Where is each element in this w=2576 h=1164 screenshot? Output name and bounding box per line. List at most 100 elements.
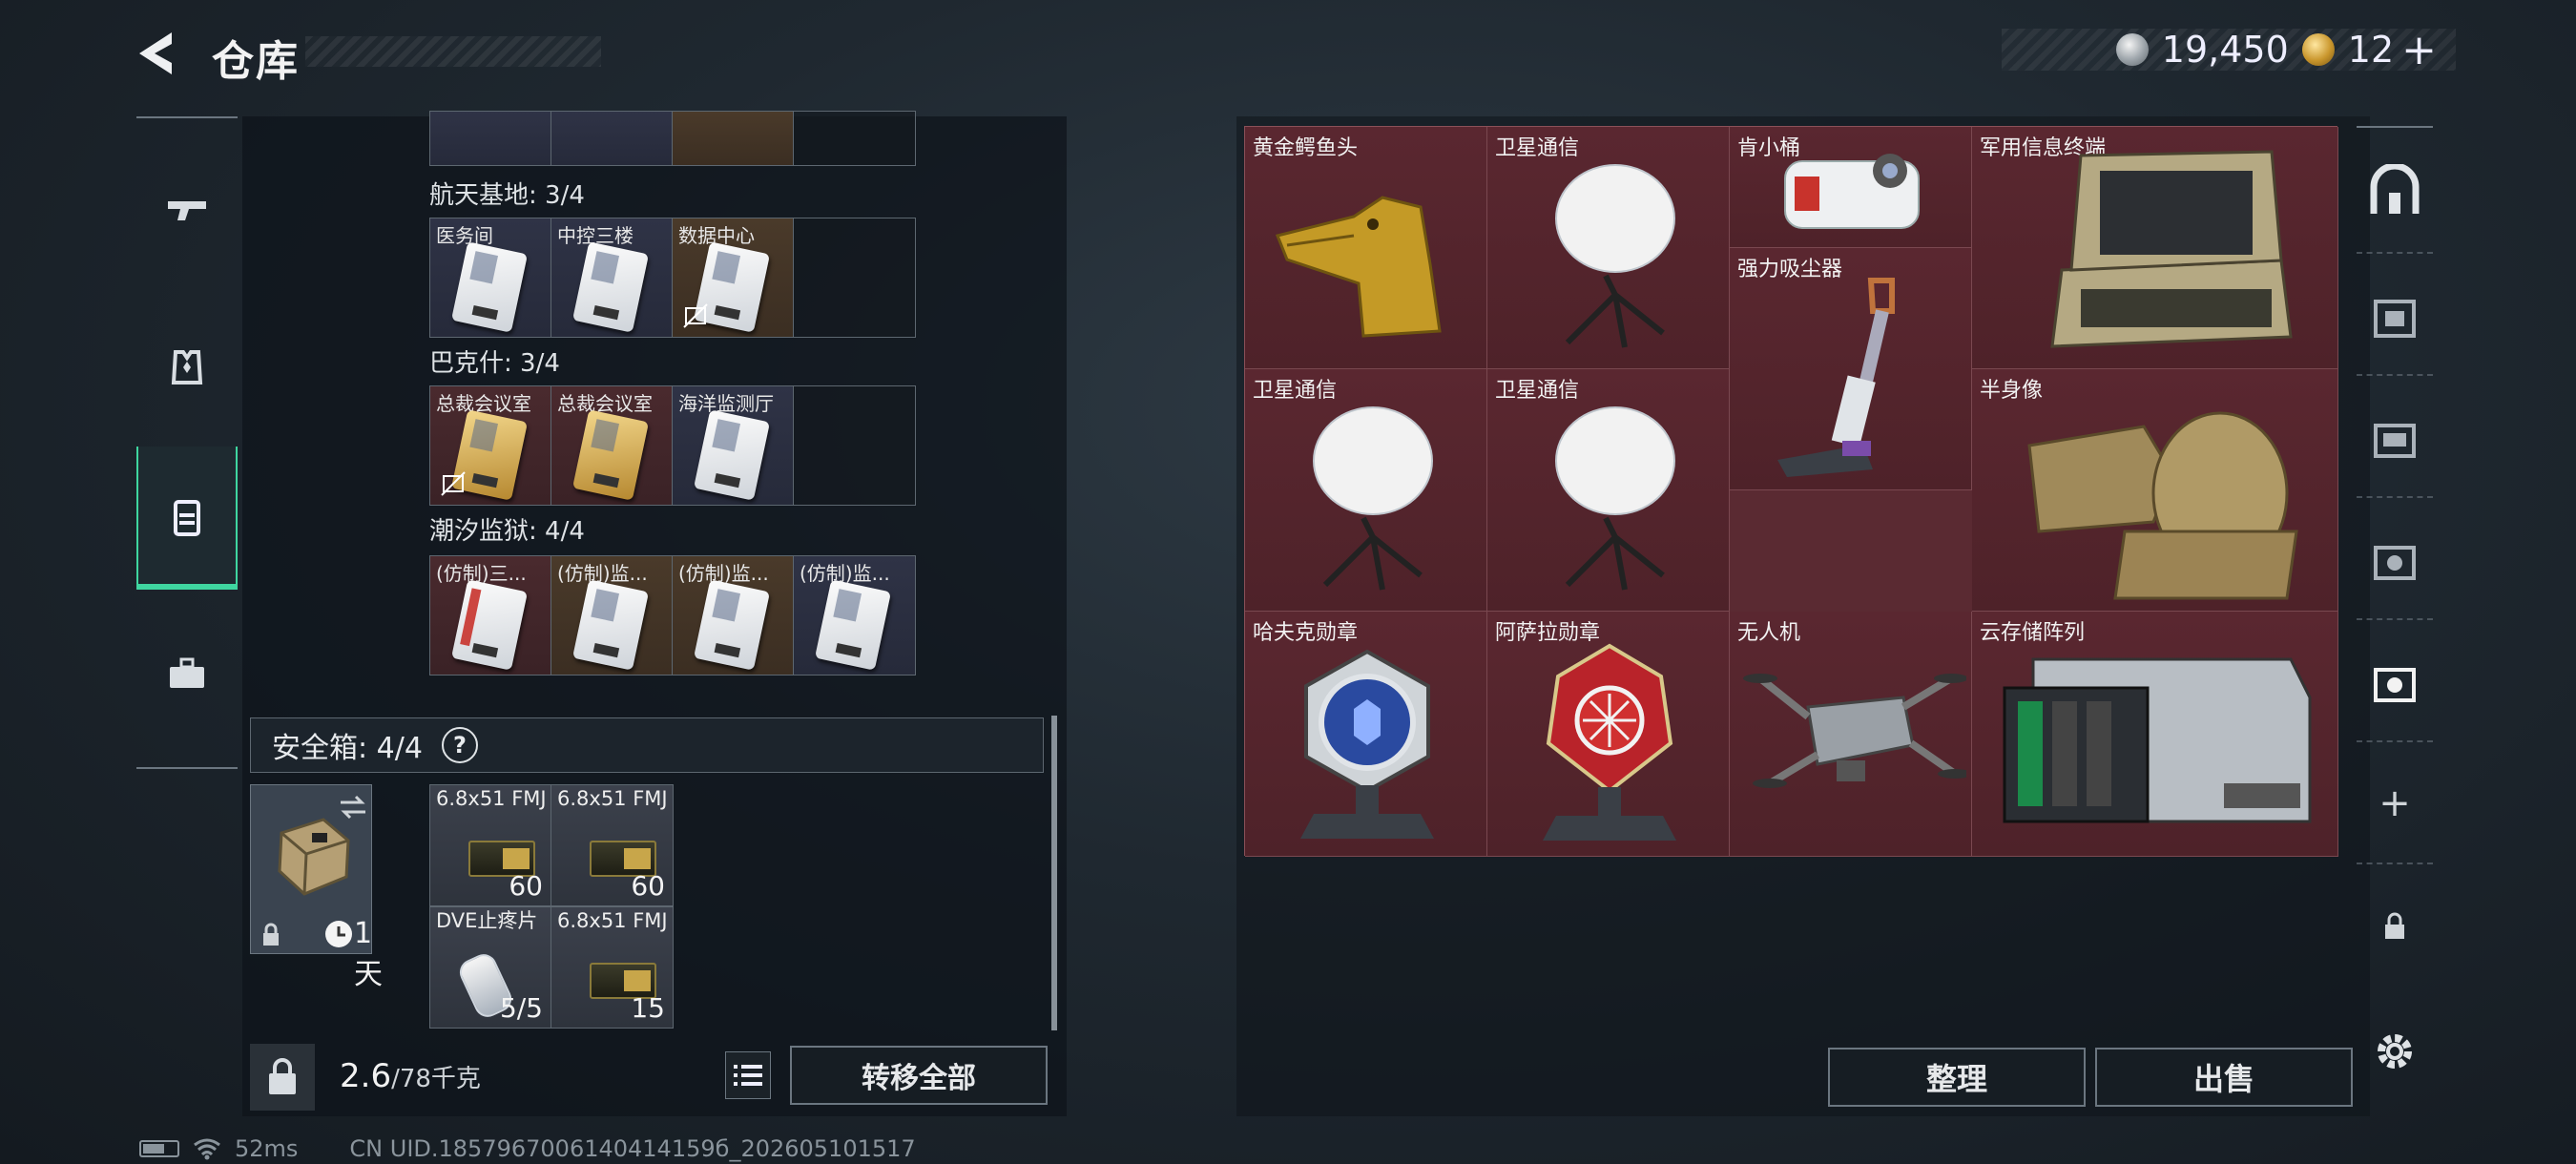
- keycard-icon: [693, 409, 771, 501]
- list-view-button[interactable]: [725, 1051, 771, 1099]
- gun-icon: [168, 201, 206, 220]
- keycard-icon: [571, 409, 650, 501]
- weight-max: /78千克: [391, 1065, 481, 1093]
- weight-lock-icon: [269, 1058, 296, 1094]
- drone-icon: [1743, 674, 1966, 788]
- medicine-item[interactable]: DVE止疼片 5/5: [430, 907, 551, 1028]
- add-currency-button[interactable]: +: [2401, 26, 2437, 74]
- ammo-item[interactable]: 6.8x51 FMJ 60: [551, 785, 673, 905]
- storage-tab-4[interactable]: [2357, 500, 2433, 620]
- clock-icon: [325, 921, 352, 947]
- keycard-slot[interactable]: 总裁会议室: [430, 386, 551, 505]
- bucket-robot-icon: [1784, 154, 1920, 229]
- tab-armor[interactable]: [136, 296, 238, 439]
- storage-tab-main[interactable]: [2357, 134, 2433, 254]
- weight-lock-button[interactable]: [250, 1044, 315, 1111]
- storage-grid: 黄金鳄鱼头 卫星通信 肯小桶 军用信息终端 强力吸尘器 卫星通信 卫星通信 半身…: [1244, 126, 2338, 857]
- storage-tab-5[interactable]: [2357, 622, 2433, 742]
- transfer-all-button[interactable]: 转移全部: [790, 1046, 1048, 1105]
- keycard-slot-empty[interactable]: [794, 386, 915, 505]
- safe-box-slot[interactable]: 1天: [250, 784, 383, 991]
- item-count: 60: [631, 870, 665, 902]
- military-terminal-icon: [2050, 150, 2293, 348]
- storage-item[interactable]: 肯小桶: [1730, 127, 1972, 248]
- add-storage-button[interactable]: +: [2357, 744, 2433, 864]
- bust-statue-icon: [2027, 411, 2298, 600]
- keycard-slot-empty[interactable]: [794, 112, 915, 165]
- keycard-slot[interactable]: 中控三楼: [551, 218, 673, 337]
- settings-gear-icon[interactable]: [2370, 1027, 2420, 1076]
- keycard-slot[interactable]: (仿制)监...: [794, 556, 915, 675]
- tab-backpack[interactable]: [136, 447, 238, 590]
- weight-value: 2.6: [340, 1057, 392, 1095]
- storage-item[interactable]: 阿萨拉勋章: [1487, 612, 1730, 857]
- help-button[interactable]: ?: [441, 727, 478, 763]
- armor-icon: [171, 350, 203, 385]
- keycard-slot[interactable]: 总裁会议室: [551, 386, 673, 505]
- storage-item[interactable]: 卫星通信: [1487, 369, 1730, 612]
- storage-item[interactable]: 军用信息终端: [1972, 127, 2338, 369]
- keycard-slot[interactable]: 海洋监测厅: [673, 386, 794, 505]
- keycard-slot[interactable]: (仿制)监...: [673, 556, 794, 675]
- toolbox-icon: [170, 657, 204, 688]
- storage-item[interactable]: 强力吸尘器: [1730, 248, 1972, 490]
- safe-box-header: 安全箱: 4/4 ?: [250, 717, 1044, 773]
- keycard-slot[interactable]: [430, 112, 551, 165]
- storage-item[interactable]: 黄金鳄鱼头: [1245, 127, 1487, 369]
- left-tab-bar: [136, 116, 238, 769]
- scrollbar[interactable]: [1051, 716, 1057, 1030]
- keycard-row: 总裁会议室 总裁会议室 海洋监测厅: [429, 385, 916, 506]
- keycard-row: (仿制)三... (仿制)监... (仿制)监... (仿制)监...: [429, 555, 916, 676]
- keycard-label: 医务间: [436, 224, 493, 247]
- battery-icon: [139, 1140, 179, 1157]
- keycard-slot[interactable]: (仿制)三...: [430, 556, 551, 675]
- storage-lock-button[interactable]: [2357, 866, 2433, 987]
- storage-tab-3[interactable]: [2357, 378, 2433, 498]
- keycard-label: 总裁会议室: [557, 392, 653, 415]
- keycard-icon: [693, 579, 771, 671]
- tab-toolbox[interactable]: [136, 603, 238, 746]
- keycard-group-title: 潮汐监狱: 4/4: [429, 517, 585, 546]
- storage-item[interactable]: 无人机: [1730, 612, 1972, 857]
- organize-button[interactable]: 整理: [1828, 1048, 2086, 1107]
- safe-item-row: DVE止疼片 5/5 6.8x51 FMJ 15: [429, 906, 674, 1029]
- lock-icon: [263, 923, 279, 946]
- ping-text: 52ms: [235, 1135, 299, 1162]
- keycard-slot[interactable]: [673, 112, 794, 165]
- tab-weapons[interactable]: [136, 137, 238, 281]
- list-icon: [734, 1065, 762, 1086]
- safe-duration: 1天: [354, 917, 383, 991]
- storage-tab-2[interactable]: [2357, 256, 2433, 376]
- back-arrow-icon[interactable]: [134, 29, 191, 78]
- ammo-item[interactable]: 6.8x51 FMJ 60: [430, 785, 551, 905]
- keycard-label: (仿制)三...: [436, 562, 527, 585]
- keycard-group-title: 航天基地: 3/4: [429, 181, 585, 210]
- storage-tab-bar: +: [2357, 126, 2433, 1042]
- item-count: 60: [509, 870, 543, 902]
- storage-level-2-icon: [2374, 300, 2416, 338]
- keycard-label: (仿制)监...: [678, 562, 769, 585]
- storage-item[interactable]: 卫星通信: [1487, 127, 1730, 369]
- gold-amount: 12: [2347, 29, 2395, 71]
- keycard-label: 海洋监测厅: [678, 392, 774, 415]
- lock-icon: [2385, 912, 2404, 939]
- item-label: 6.8x51 FMJ: [436, 787, 547, 810]
- keycard-slot[interactable]: [551, 112, 673, 165]
- swap-icon[interactable]: [337, 793, 369, 821]
- storage-item[interactable]: 哈夫克勋章: [1245, 612, 1487, 857]
- storage-item[interactable]: 卫星通信: [1245, 369, 1487, 612]
- storage-item[interactable]: 半身像: [1972, 369, 2338, 612]
- storage-item[interactable]: 云存储阵列: [1972, 612, 2338, 857]
- sell-button[interactable]: 出售: [2095, 1048, 2353, 1107]
- storage-level-3-icon: [2374, 424, 2416, 458]
- ammo-item[interactable]: 6.8x51 FMJ 15: [551, 907, 673, 1028]
- haavk-medal-icon: [1300, 649, 1434, 839]
- keycard-slot[interactable]: 数据中心: [673, 218, 794, 337]
- safe-box-label: 安全箱: 4/4: [272, 732, 423, 765]
- wifi-icon: [194, 1138, 220, 1160]
- keycard-slot[interactable]: 医务间: [430, 218, 551, 337]
- keycard-slot[interactable]: (仿制)监...: [551, 556, 673, 675]
- keycard-slot-empty[interactable]: [794, 218, 915, 337]
- silver-coin-icon: [2115, 33, 2149, 66]
- satellite-dish-icon: [1555, 164, 1675, 348]
